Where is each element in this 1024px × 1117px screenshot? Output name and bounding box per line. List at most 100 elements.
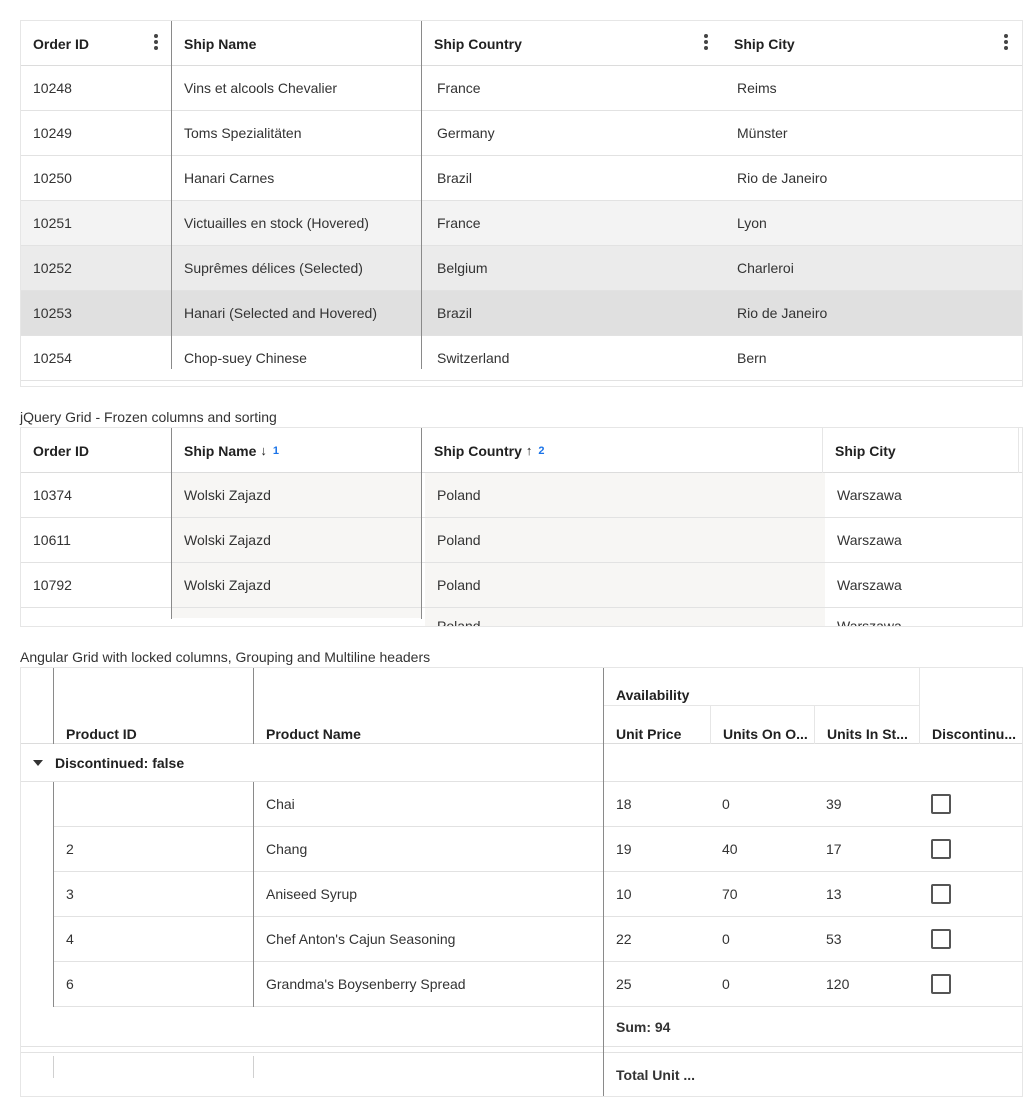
ship-country-cell: France xyxy=(437,215,481,231)
table-row[interactable]: 4 Chef Anton's Cajun Seasoning 22 0 53 xyxy=(54,917,1022,962)
group-row[interactable]: Discontinued: false xyxy=(21,744,1022,782)
product-id-cell: 3 xyxy=(66,886,74,902)
product-name-cell: Chang xyxy=(266,841,308,857)
ship-name-cell: Wolski Zajazd xyxy=(172,473,422,517)
ship-country-cell: Brazil xyxy=(437,170,473,186)
units-in-stock-cell: 39 xyxy=(826,796,842,812)
ship-city-cell: Rio de Janeiro xyxy=(737,170,828,186)
table-row[interactable]: 2 Chang 19 40 17 xyxy=(54,827,1022,872)
ship-city-cell: Warszawa xyxy=(837,618,902,627)
unit-price-cell: 22 xyxy=(616,931,632,947)
ship-country-cell: France xyxy=(437,80,481,96)
product-name-cell: Chai xyxy=(266,796,295,812)
ship-city-cell: Rio de Janeiro xyxy=(737,305,828,321)
ship-name-cell: Wolski Zajazd xyxy=(172,518,422,562)
ship-country-cell: Brazil xyxy=(437,305,473,321)
unit-price-cell: 18 xyxy=(616,796,632,812)
column-header-product-name[interactable]: Product Name xyxy=(254,668,604,744)
units-in-stock-cell: 120 xyxy=(826,976,850,992)
column-header-order-id[interactable]: Order ID xyxy=(21,428,172,473)
ship-city-cell: Lyon xyxy=(737,215,767,231)
ship-name-cell: Wolski Zajazd xyxy=(172,563,422,607)
units-in-stock-cell: 13 xyxy=(826,886,842,902)
column-menu-icon[interactable] xyxy=(1004,34,1008,50)
ship-country-cell: Switzerland xyxy=(437,350,510,366)
discontinued-checkbox[interactable] xyxy=(931,839,951,859)
ship-city-cell: Charleroi xyxy=(737,260,794,276)
column-divider xyxy=(53,782,54,1007)
sort-order-badge: 1 xyxy=(272,444,279,457)
discontinued-checkbox[interactable] xyxy=(931,929,951,949)
ship-name-cell xyxy=(172,608,422,618)
grid-caption: Angular Grid with locked columns, Groupi… xyxy=(20,649,431,665)
column-header-ship-city[interactable]: Ship City xyxy=(822,428,1019,473)
frozen-column-divider xyxy=(421,21,422,369)
column-divider xyxy=(53,1056,54,1078)
discontinued-cell xyxy=(919,782,1022,826)
ship-city-cell: Münster xyxy=(737,125,788,141)
order-id-cell: 10252 xyxy=(33,260,72,276)
locked-indent-divider xyxy=(53,668,54,744)
column-divider xyxy=(171,428,172,619)
ship-city-cell: Warszawa xyxy=(837,532,902,548)
column-header-units-on-order[interactable]: Units On O... xyxy=(710,706,814,744)
sort-descending-icon: ↓ xyxy=(260,443,267,458)
table-row[interactable]: 6 Grandma's Boysenberry Spread 25 0 120 xyxy=(54,962,1022,1007)
order-id-cell: 10792 xyxy=(33,577,72,593)
units-on-order-cell: 70 xyxy=(722,886,738,902)
ship-country-cell: Poland xyxy=(425,518,825,562)
collapse-caret-icon[interactable] xyxy=(33,760,43,766)
column-header-ship-country[interactable]: Ship Country ↑ 2 xyxy=(422,428,822,473)
ship-country-cell: Poland xyxy=(425,473,825,517)
column-header-discontinued[interactable]: Discontinu... xyxy=(919,668,1022,744)
order-id-cell: 10248 xyxy=(33,80,72,96)
ship-city-cell: Warszawa xyxy=(837,487,902,503)
column-menu-icon[interactable] xyxy=(704,34,708,50)
column-header-ship-country[interactable]: Ship Country xyxy=(422,21,722,66)
column-divider xyxy=(253,1056,254,1078)
discontinued-checkbox[interactable] xyxy=(931,974,951,994)
product-name-cell: Grandma's Boysenberry Spread xyxy=(266,976,466,992)
locked-column-divider xyxy=(603,668,604,1096)
table-row[interactable]: Chai 18 0 39 xyxy=(54,782,1022,827)
order-id-cell: 10253 xyxy=(33,305,72,321)
table-row[interactable]: 3 Aniseed Syrup 10 70 13 xyxy=(54,872,1022,917)
product-name-cell: Aniseed Syrup xyxy=(266,886,358,902)
unit-price-cell: 25 xyxy=(616,976,632,992)
discontinued-cell xyxy=(919,962,1022,1006)
total-unit-aggregate: Total Unit ... xyxy=(616,1067,696,1083)
ship-country-cell: Poland xyxy=(425,608,825,626)
ship-name-cell: Toms Spezialitäten xyxy=(184,125,302,141)
order-id-cell xyxy=(21,608,172,626)
group-header[interactable]: Discontinued: false xyxy=(33,744,184,782)
column-header-product-id[interactable]: Product ID xyxy=(54,668,254,744)
ship-country-cell: Poland xyxy=(425,563,825,607)
ship-name-cell: Chop-suey Chinese xyxy=(184,350,307,366)
grid-caption: jQuery Grid - Frozen columns and sorting xyxy=(20,409,277,425)
discontinued-checkbox[interactable] xyxy=(931,884,951,904)
ship-country-cell: Belgium xyxy=(437,260,488,276)
order-id-cell: 10249 xyxy=(33,125,72,141)
units-on-order-cell: 0 xyxy=(722,931,730,947)
column-header-unit-price[interactable]: Unit Price xyxy=(604,706,710,744)
product-id-cell xyxy=(54,782,254,826)
column-header-ship-name[interactable]: Ship Name ↓ 1 xyxy=(172,428,422,473)
grid-header: Product ID Product Name Availability Uni… xyxy=(21,668,1022,744)
units-on-order-cell: 0 xyxy=(722,976,730,992)
column-header-ship-city[interactable]: Ship City xyxy=(722,21,1022,66)
column-header-ship-name[interactable]: Ship Name xyxy=(172,21,422,66)
grid-footer-row: Total Unit ... xyxy=(21,1052,1022,1096)
ship-name-cell: Victuailles en stock (Hovered) xyxy=(184,215,369,231)
units-in-stock-cell: 17 xyxy=(826,841,842,857)
units-on-order-cell: 40 xyxy=(722,841,738,857)
discontinued-checkbox[interactable] xyxy=(931,794,951,814)
ship-name-cell: Suprêmes délices (Selected) xyxy=(184,260,363,276)
column-group-header-availability[interactable]: Availability xyxy=(604,668,919,706)
column-header-order-id[interactable]: Order ID xyxy=(21,21,172,66)
column-header-units-in-stock[interactable]: Units In St... xyxy=(814,706,919,744)
order-id-cell: 10254 xyxy=(33,350,72,366)
discontinued-cell xyxy=(919,917,1022,961)
column-menu-icon[interactable] xyxy=(154,34,158,50)
unit-price-cell: 19 xyxy=(616,841,632,857)
units-on-order-cell: 0 xyxy=(722,796,730,812)
